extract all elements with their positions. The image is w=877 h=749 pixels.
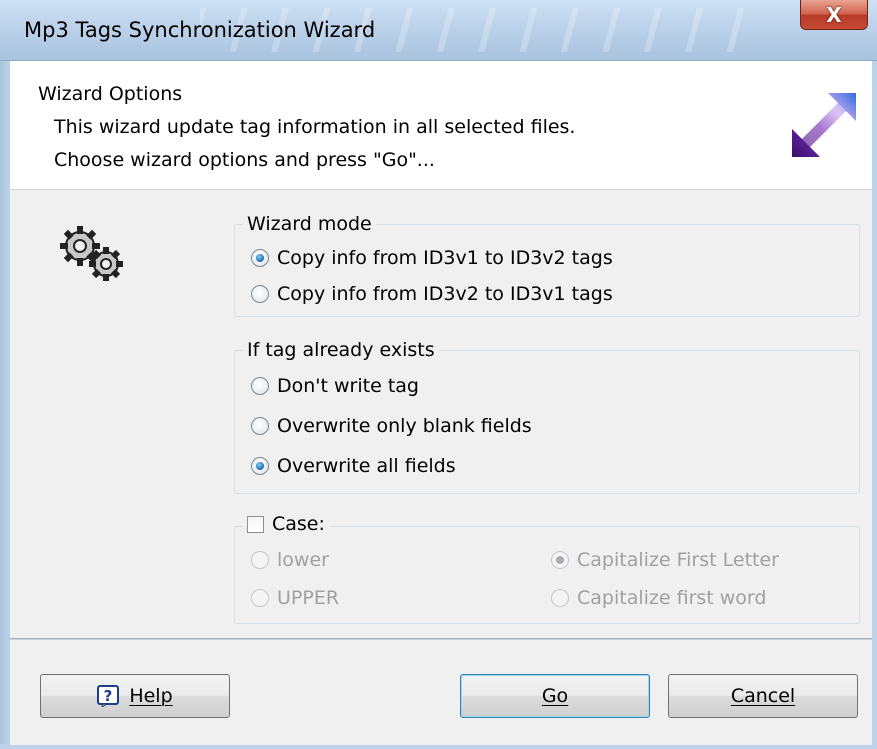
window-frame-left <box>0 61 10 749</box>
radio-button-checked[interactable] <box>551 551 569 569</box>
if-tag-exists-legend: If tag already exists <box>243 338 439 362</box>
case-label: Case: <box>272 513 325 535</box>
wizard-mode-legend: Wizard mode <box>243 212 376 236</box>
radio-case-upper[interactable]: UPPER <box>251 585 339 611</box>
radio-copy-v2-to-v1[interactable]: Copy info from ID3v2 to ID3v1 tags <box>251 281 613 307</box>
sync-arrows-icon <box>792 93 856 157</box>
wizard-window: Mp3 Tags Synchronization Wizard X Wizard… <box>0 0 877 749</box>
window-frame-right <box>872 61 877 749</box>
cancel-button-label: Cancel <box>730 685 796 707</box>
case-group: Case: lower UPPER Capitalize First Lette… <box>234 512 860 624</box>
cancel-button[interactable]: Cancel <box>668 674 858 718</box>
header-title: Wizard Options <box>38 83 183 105</box>
radio-button[interactable] <box>251 377 269 395</box>
radio-label: Copy info from ID3v2 to ID3v1 tags <box>277 283 613 305</box>
radio-case-capitalize-first-letter[interactable]: Capitalize First Letter <box>551 547 779 573</box>
go-button[interactable]: Go <box>460 674 650 718</box>
wizard-body: Wizard mode Copy info from ID3v1 to ID3v… <box>10 190 872 638</box>
close-icon: X <box>826 2 842 27</box>
radio-label: Overwrite all fields <box>277 455 456 477</box>
radio-button[interactable] <box>551 589 569 607</box>
radio-button[interactable] <box>251 589 269 607</box>
radio-label: Don't write tag <box>277 375 419 397</box>
svg-text:?: ? <box>104 687 113 705</box>
radio-label: Capitalize First Letter <box>577 549 779 571</box>
radio-label: Copy info from ID3v1 to ID3v2 tags <box>277 247 613 269</box>
radio-button[interactable] <box>251 551 269 569</box>
window-title: Mp3 Tags Synchronization Wizard <box>24 18 376 42</box>
wizard-header: Wizard Options This wizard update tag in… <box>10 61 872 190</box>
case-checkbox[interactable] <box>247 515 264 533</box>
radio-case-capitalize-first-word[interactable]: Capitalize first word <box>551 585 766 611</box>
radio-dont-write-tag[interactable]: Don't write tag <box>251 373 419 399</box>
help-button-label: Help <box>129 685 173 707</box>
wizard-mode-group: Wizard mode Copy info from ID3v1 to ID3v… <box>234 212 860 317</box>
case-legend[interactable]: Case: <box>243 512 329 536</box>
radio-button-checked[interactable] <box>251 457 269 475</box>
radio-button[interactable] <box>251 285 269 303</box>
radio-label: Capitalize first word <box>577 587 767 609</box>
radio-label: lower <box>277 549 329 571</box>
radio-overwrite-blank-fields[interactable]: Overwrite only blank fields <box>251 413 532 439</box>
close-button[interactable]: X <box>800 0 868 30</box>
radio-copy-v1-to-v2[interactable]: Copy info from ID3v1 to ID3v2 tags <box>251 245 613 271</box>
wizard-footer: ? Help Go Cancel <box>10 639 872 745</box>
radio-label: Overwrite only blank fields <box>277 415 532 437</box>
header-description-line2: Choose wizard options and press "Go"... <box>54 149 435 171</box>
header-description-line1: This wizard update tag information in al… <box>54 116 576 138</box>
gears-icon <box>60 226 123 281</box>
title-bar[interactable]: Mp3 Tags Synchronization Wizard X <box>0 0 877 61</box>
radio-case-lower[interactable]: lower <box>251 547 329 573</box>
radio-overwrite-all-fields[interactable]: Overwrite all fields <box>251 453 456 479</box>
go-button-label: Go <box>541 685 569 707</box>
radio-button-checked[interactable] <box>251 249 269 267</box>
if-tag-exists-group: If tag already exists Don't write tag Ov… <box>234 338 860 494</box>
radio-label: UPPER <box>277 587 340 609</box>
radio-button[interactable] <box>251 417 269 435</box>
help-icon: ? <box>97 685 120 707</box>
help-button[interactable]: ? Help <box>40 674 230 718</box>
